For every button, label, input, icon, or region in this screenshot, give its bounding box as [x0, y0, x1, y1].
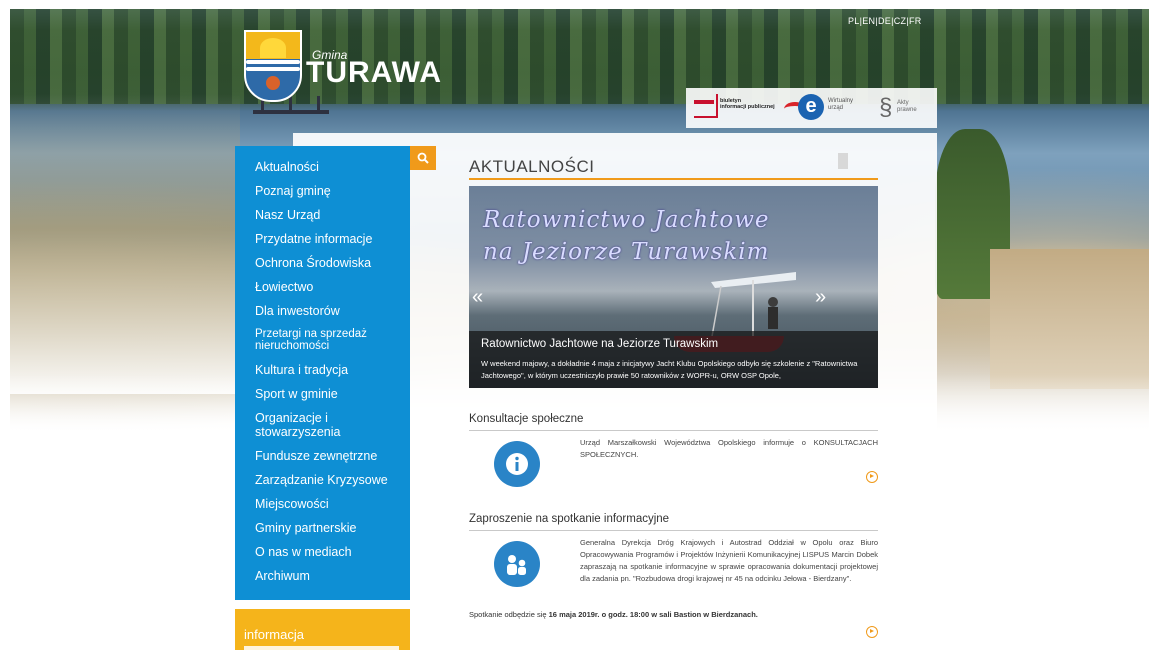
info-box-title: informacja: [244, 627, 304, 642]
lang-en[interactable]: EN: [862, 16, 875, 26]
info-box[interactable]: informacja: [235, 609, 410, 650]
lang-pl[interactable]: PL: [848, 16, 860, 26]
news-title-zaproszenie[interactable]: Zaproszenie na spotkanie informacyjne: [469, 513, 669, 525]
virtual-office-link[interactable]: e Wirtualny urząd: [784, 92, 854, 122]
lang-de[interactable]: DE: [878, 16, 891, 26]
news-text-konsultacje: Urząd Marszałkowski Województwa Opolskie…: [580, 438, 878, 459]
partner-links: biuletyn informacji publicznej e Wirtualn…: [686, 88, 937, 128]
slide-caption-text: W weekend majowy, a dokładnie 4 maja z i…: [481, 359, 858, 380]
menu-item-sport[interactable]: Sport w gminie: [255, 387, 410, 401]
language-switcher: PL|EN|DE|CZ|FR: [848, 16, 922, 26]
menu-item-kultura[interactable]: Kultura i tradycja: [255, 363, 410, 377]
menu-item-miejscowosci[interactable]: Miejscowości: [255, 497, 410, 511]
news-slider[interactable]: Ratownictwo Jachtowe na Jeziorze Turawsk…: [469, 186, 878, 388]
forest-background: [10, 9, 1149, 104]
bip-icon: [694, 94, 718, 118]
news-text-zaproszenie: Generalna Dyrekcja Dróg Krajowych i Auto…: [580, 538, 878, 583]
read-more-button[interactable]: [866, 626, 878, 638]
reeds-background: [10, 94, 240, 394]
slide-caption: Ratownictwo Jachtowe na Jeziorze Turawsk…: [469, 331, 878, 388]
search-icon: [417, 152, 429, 164]
paragraph-icon: §: [879, 94, 893, 121]
menu-item-lowiectwo[interactable]: Łowiectwo: [255, 280, 410, 294]
menu-item-poznaj-gmine[interactable]: Poznaj gminę: [255, 184, 410, 198]
menu-item-organizacje[interactable]: Organizacje i stowarzyszenia: [255, 411, 365, 439]
menu-item-gminy-partnerskie[interactable]: Gminy partnerskie: [255, 521, 410, 535]
brand-name[interactable]: TURAWA: [306, 56, 442, 90]
top-strip: [0, 0, 1149, 9]
slide-caption-title[interactable]: Ratownictwo Jachtowe na Jeziorze Turawsk…: [481, 338, 718, 350]
main-menu: Aktualności Poznaj gminę Nasz Urząd Przy…: [235, 146, 410, 600]
menu-item-zarzadzanie-kryzysowe[interactable]: Zarządzanie Kryzysowe: [255, 473, 410, 487]
search-button[interactable]: [410, 146, 436, 170]
menu-item-fundusze[interactable]: Fundusze zewnętrzne: [255, 449, 410, 463]
section-title: AKTUALNOŚCI: [469, 157, 595, 176]
coat-of-arms-logo[interactable]: [244, 30, 302, 102]
menu-item-przetargi[interactable]: Przetargi na sprzedaż nieruchomości: [255, 328, 375, 352]
menu-item-ochrona-srodowiska[interactable]: Ochrona Środowiska: [255, 256, 410, 270]
news-meeting-info: Spotkanie odbędzie się 16 maja 2019r. o …: [469, 610, 758, 619]
info-icon: [494, 441, 540, 487]
people-icon: [494, 541, 540, 587]
menu-item-aktualnosci[interactable]: Aktualności: [255, 160, 410, 174]
section-underline: [469, 178, 878, 180]
news-title-konsultacje[interactable]: Konsultacje społeczne: [469, 413, 583, 425]
e-office-icon: e: [798, 94, 824, 120]
bip-link[interactable]: biuletyn informacji publicznej: [694, 94, 794, 122]
menu-item-nasz-urzad[interactable]: Nasz Urząd: [255, 208, 410, 222]
menu-item-archiwum[interactable]: Archiwum: [255, 569, 410, 583]
menu-item-o-nas-w-mediach[interactable]: O nas w mediach: [255, 545, 410, 559]
section-marker: [838, 153, 848, 169]
slider-next-button[interactable]: »: [815, 286, 826, 309]
read-more-button[interactable]: [866, 471, 878, 483]
beach-area: [990, 249, 1149, 389]
slide-script-title: Ratownictwo Jachtowe na Jeziorze Turawsk…: [483, 207, 770, 265]
lang-cz[interactable]: CZ: [894, 16, 907, 26]
lang-fr[interactable]: FR: [909, 16, 922, 26]
slider-prev-button[interactable]: «: [472, 286, 483, 309]
menu-item-przydatne-informacje[interactable]: Przydatne informacje: [255, 232, 410, 246]
menu-item-dla-inwestorow[interactable]: Dla inwestorów: [255, 304, 410, 318]
